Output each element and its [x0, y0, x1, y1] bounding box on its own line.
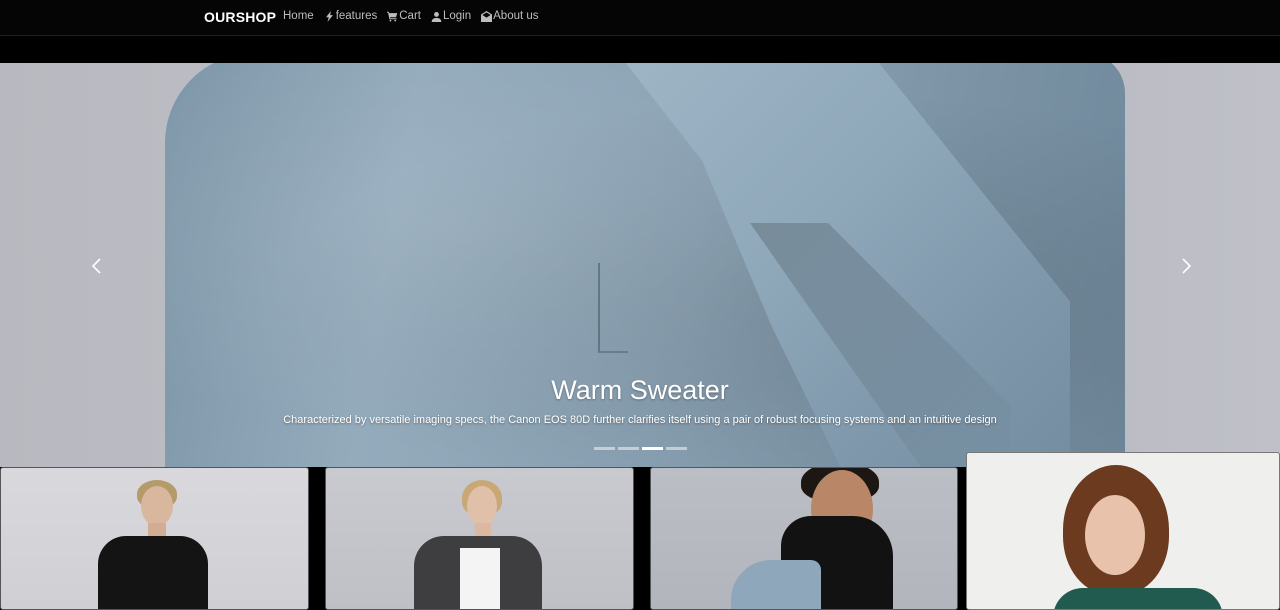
nav-link-about[interactable]: About us [481, 10, 539, 22]
product-card[interactable] [0, 467, 309, 610]
hero-carousel: Warm Sweater Characterized by versatile … [0, 63, 1280, 467]
carousel-indicator-active[interactable] [642, 447, 663, 450]
carousel-indicator[interactable] [618, 447, 639, 450]
slide-caption-text: Characterized by versatile imaging specs… [283, 414, 997, 426]
navbar-spacer [0, 37, 1280, 63]
carousel-next-button[interactable] [1171, 251, 1201, 281]
nav-link-label: features [335, 10, 378, 22]
user-icon [431, 11, 442, 22]
nav-link-login[interactable]: Login [431, 10, 471, 22]
brand-logo[interactable]: OURSHOP [204, 9, 276, 25]
envelope-open-icon [481, 10, 493, 22]
carousel-indicator[interactable] [594, 447, 615, 450]
slide-caption-title: Warm Sweater [551, 375, 729, 405]
bolt-icon [325, 10, 333, 22]
nav-links: Home features Cart Login About us [283, 10, 539, 22]
cart-icon [387, 11, 398, 22]
nav-link-label: Login [442, 10, 472, 22]
product-image [326, 468, 633, 609]
carousel-indicators [594, 447, 687, 450]
carousel-prev-button[interactable] [82, 251, 112, 281]
product-image [967, 453, 1279, 609]
nav-link-cart[interactable]: Cart [387, 10, 421, 22]
product-image [651, 468, 957, 609]
coat-pocket [598, 263, 628, 353]
product-image [1, 468, 308, 609]
nav-link-label: About us [493, 10, 539, 22]
navbar: OURSHOP Home features Cart Login About u… [0, 0, 1280, 36]
nav-link-label: Home [283, 10, 314, 22]
carousel-indicator[interactable] [666, 447, 687, 450]
nav-link-features[interactable]: features [324, 10, 378, 22]
nav-link-label: Cart [399, 10, 421, 22]
chevron-left-icon [91, 258, 101, 274]
product-card[interactable] [650, 467, 958, 610]
product-card[interactable] [325, 467, 634, 610]
chevron-right-icon [1182, 258, 1192, 274]
nav-link-home[interactable]: Home [283, 10, 314, 22]
product-card[interactable] [966, 452, 1280, 610]
